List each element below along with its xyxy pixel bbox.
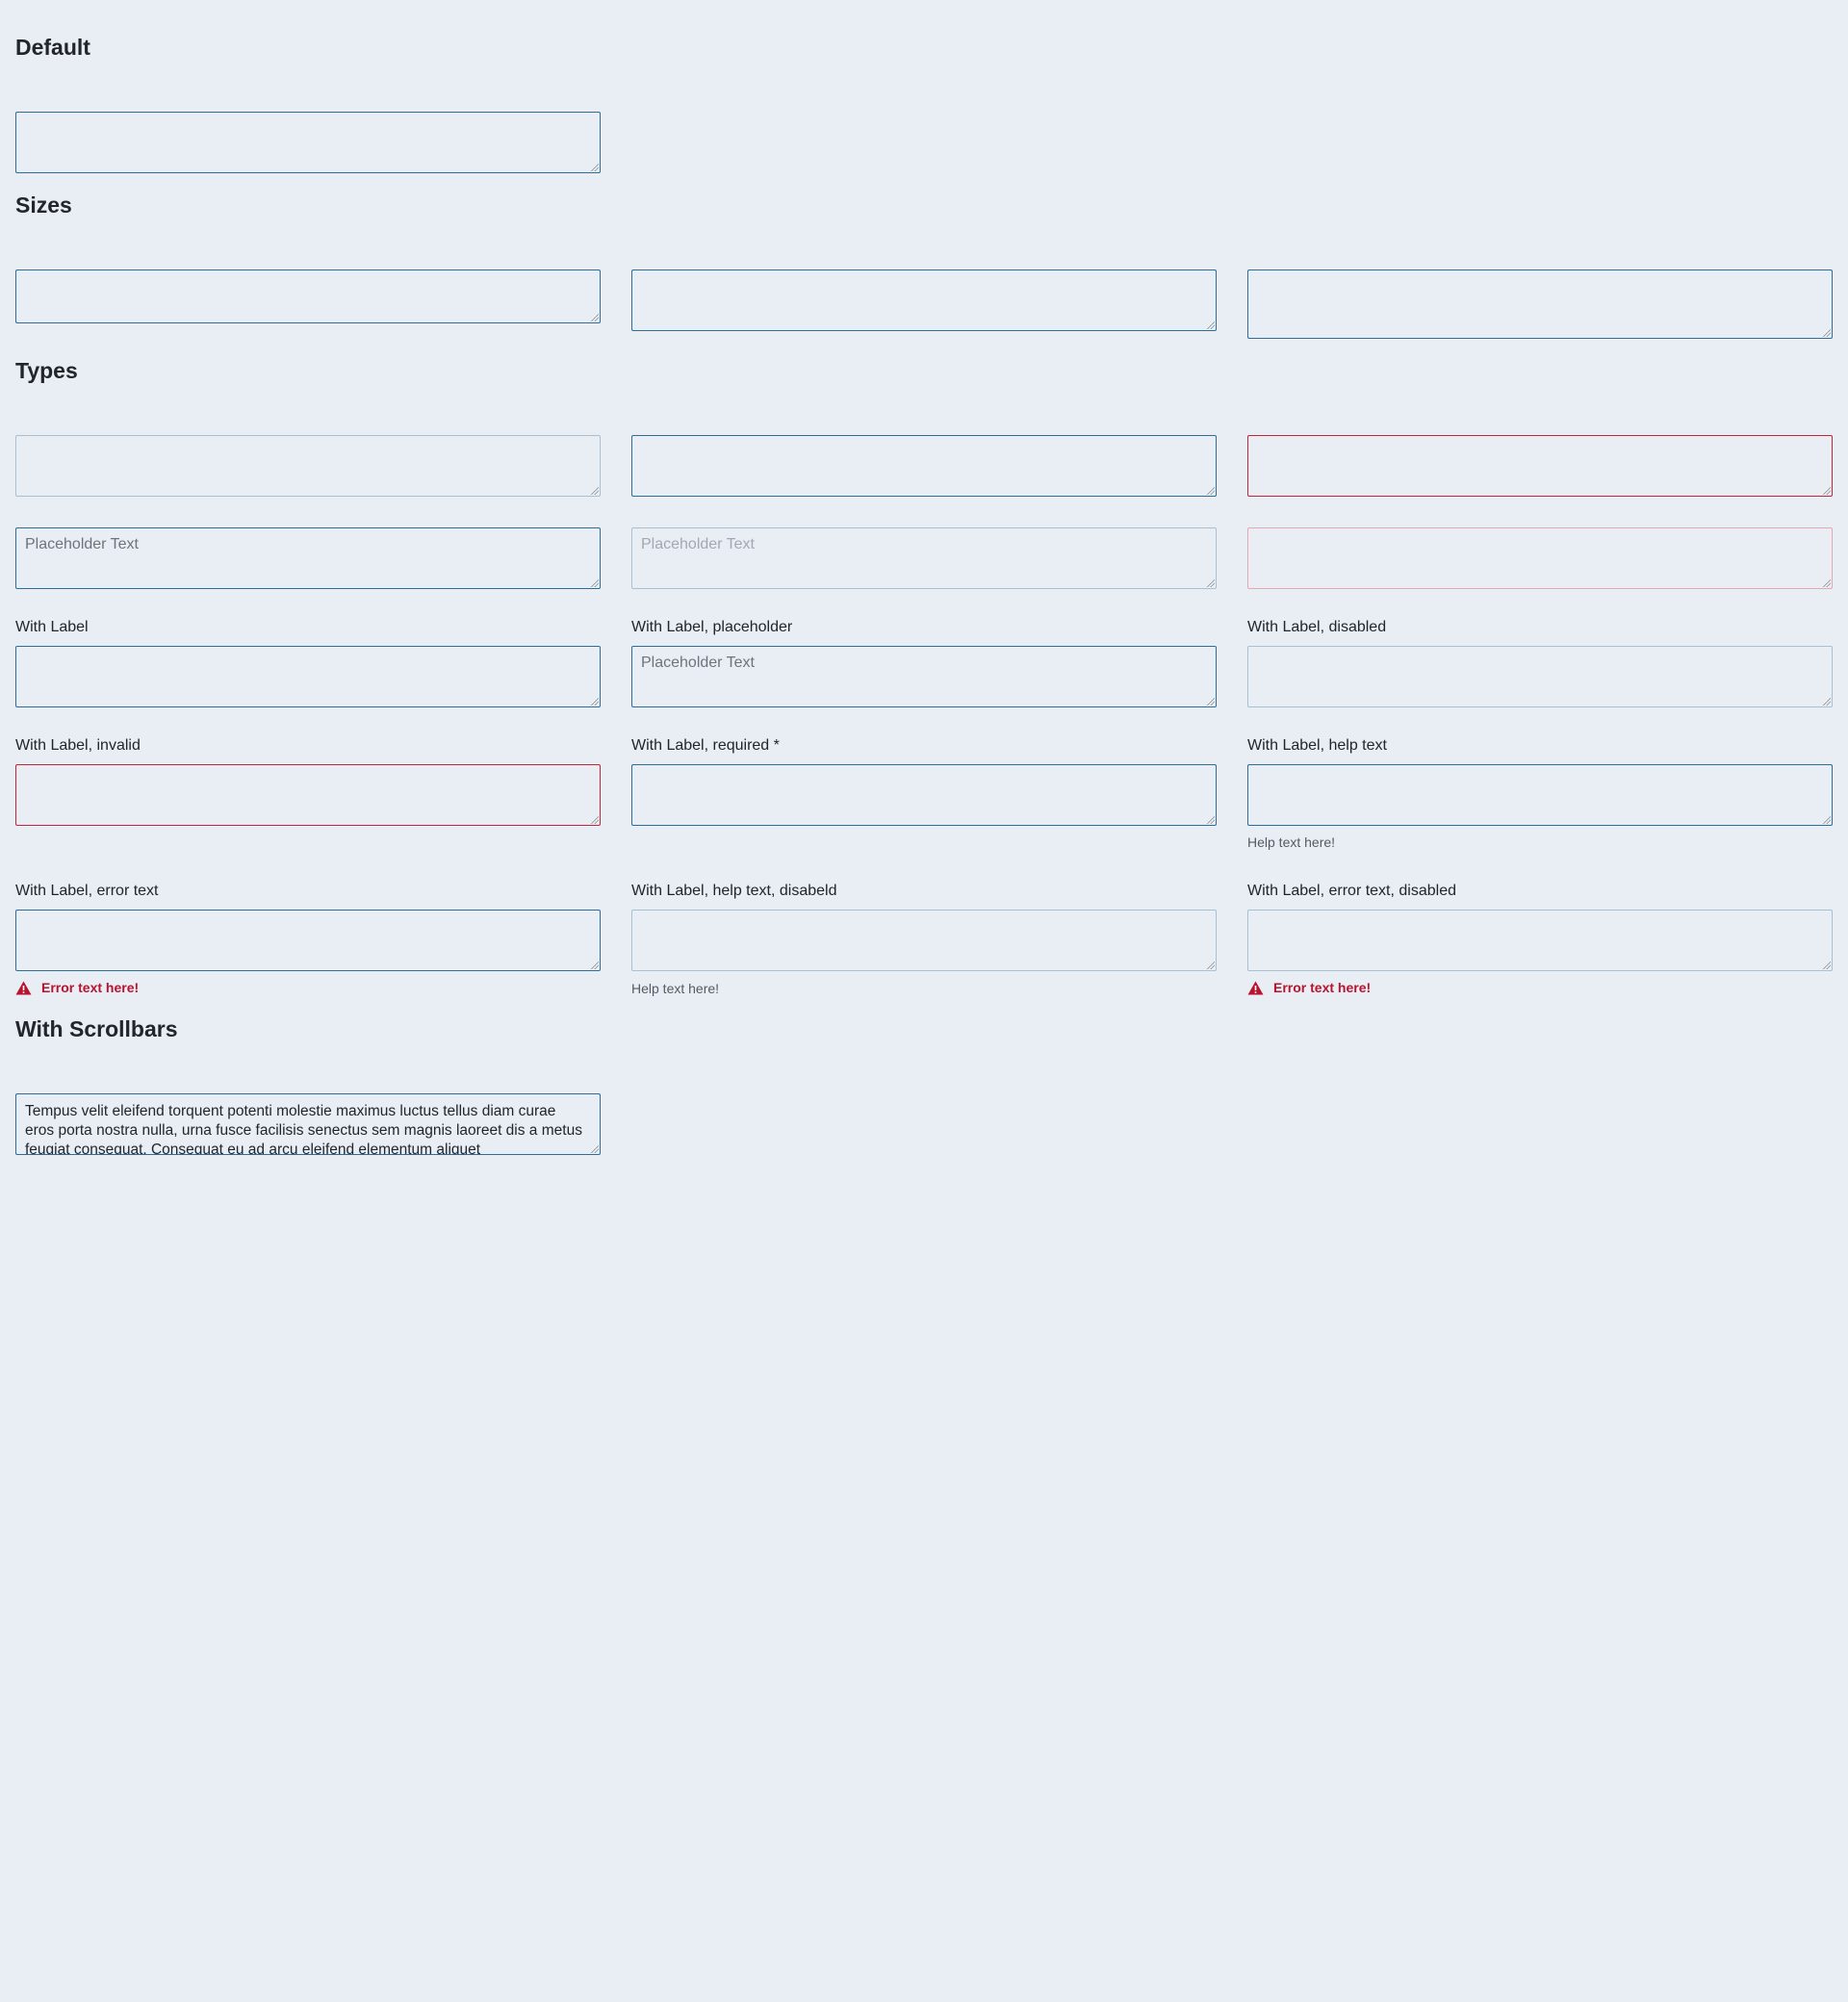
resize-grip-icon[interactable] <box>591 698 599 706</box>
textarea-invalid-disabled <box>1247 527 1833 589</box>
resize-grip-icon <box>1823 579 1831 587</box>
textarea-with-scrollbars[interactable]: Tempus velit eleifend torquent potenti m… <box>15 1093 601 1155</box>
resize-grip-icon[interactable] <box>1823 816 1831 824</box>
resize-grip-icon[interactable] <box>1207 487 1215 495</box>
placeholder-text: Placeholder Text <box>641 654 755 671</box>
resize-grip-icon <box>1207 579 1215 587</box>
textarea-with-label-placeholder[interactable]: Placeholder Text <box>631 646 1217 707</box>
resize-grip-icon <box>1823 962 1831 969</box>
textarea-with-label[interactable] <box>15 646 601 707</box>
resize-grip-icon[interactable] <box>1207 698 1215 706</box>
resize-grip-icon[interactable] <box>1823 487 1831 495</box>
textarea-size-small[interactable] <box>15 270 601 323</box>
textarea-with-label-error[interactable] <box>15 910 601 971</box>
page: Default Sizes Types Placeholder Text Pla… <box>0 0 1848 2002</box>
textarea-with-label-disabled <box>1247 646 1833 707</box>
textarea-default[interactable] <box>15 112 601 173</box>
textarea-enabled[interactable] <box>631 435 1217 497</box>
textarea-size-medium[interactable] <box>631 270 1217 331</box>
textarea-with-label-error-disabled <box>1247 910 1833 971</box>
textarea-placeholder[interactable]: Placeholder Text <box>15 527 601 589</box>
placeholder-text: Placeholder Text <box>25 536 139 552</box>
section-title-with-scrollbars: With Scrollbars <box>15 1016 178 1041</box>
resize-grip-icon[interactable] <box>591 1145 599 1153</box>
label-with-label-error-disabled: With Label, error text, disabled <box>1247 883 1456 899</box>
section-title-default: Default <box>15 35 90 60</box>
placeholder-text: Placeholder Text <box>641 536 755 552</box>
label-with-label-help: With Label, help text <box>1247 737 1387 754</box>
resize-grip-icon[interactable] <box>591 816 599 824</box>
textarea-with-label-invalid[interactable] <box>15 764 601 826</box>
textarea-invalid[interactable] <box>1247 435 1833 497</box>
resize-grip-icon[interactable] <box>591 314 599 321</box>
textarea-with-label-help-disabled <box>631 910 1217 971</box>
error-message: Error text here! <box>15 980 139 995</box>
resize-grip-icon[interactable] <box>1207 321 1215 329</box>
resize-grip-icon[interactable] <box>591 164 599 171</box>
label-with-label-placeholder: With Label, placeholder <box>631 619 793 635</box>
error-text: Error text here! <box>41 980 140 995</box>
resize-grip-icon[interactable] <box>591 962 599 969</box>
section-title-types: Types <box>15 358 78 383</box>
error-text: Error text here! <box>1273 980 1372 995</box>
textarea-with-label-help[interactable] <box>1247 764 1833 826</box>
label-with-label-required: With Label, required * <box>631 737 780 754</box>
warning-icon <box>15 981 32 994</box>
textarea-with-label-required[interactable] <box>631 764 1217 826</box>
resize-grip-icon[interactable] <box>591 579 599 587</box>
label-with-label-help-disabled: With Label, help text, disabeld <box>631 883 837 899</box>
section-title-sizes: Sizes <box>15 192 72 218</box>
textarea-size-large[interactable] <box>1247 270 1833 339</box>
label-with-label-error: With Label, error text <box>15 883 159 899</box>
resize-grip-icon[interactable] <box>1823 329 1831 337</box>
label-with-label-disabled: With Label, disabled <box>1247 619 1387 635</box>
textarea-disabled <box>15 435 601 497</box>
resize-grip-icon <box>1823 698 1831 706</box>
resize-grip-icon <box>591 487 599 495</box>
resize-grip-icon <box>1207 962 1215 969</box>
error-message: Error text here! <box>1247 980 1371 995</box>
resize-grip-icon[interactable] <box>1207 816 1215 824</box>
label-with-label-invalid: With Label, invalid <box>15 737 141 754</box>
help-text: Help text here! <box>1247 834 1336 850</box>
textarea-content: Tempus velit eleifend torquent potenti m… <box>25 1103 582 1154</box>
warning-icon <box>1247 981 1264 994</box>
textarea-placeholder-disabled: Placeholder Text <box>631 527 1217 589</box>
label-with-label: With Label <box>15 619 89 635</box>
help-text: Help text here! <box>631 981 720 996</box>
